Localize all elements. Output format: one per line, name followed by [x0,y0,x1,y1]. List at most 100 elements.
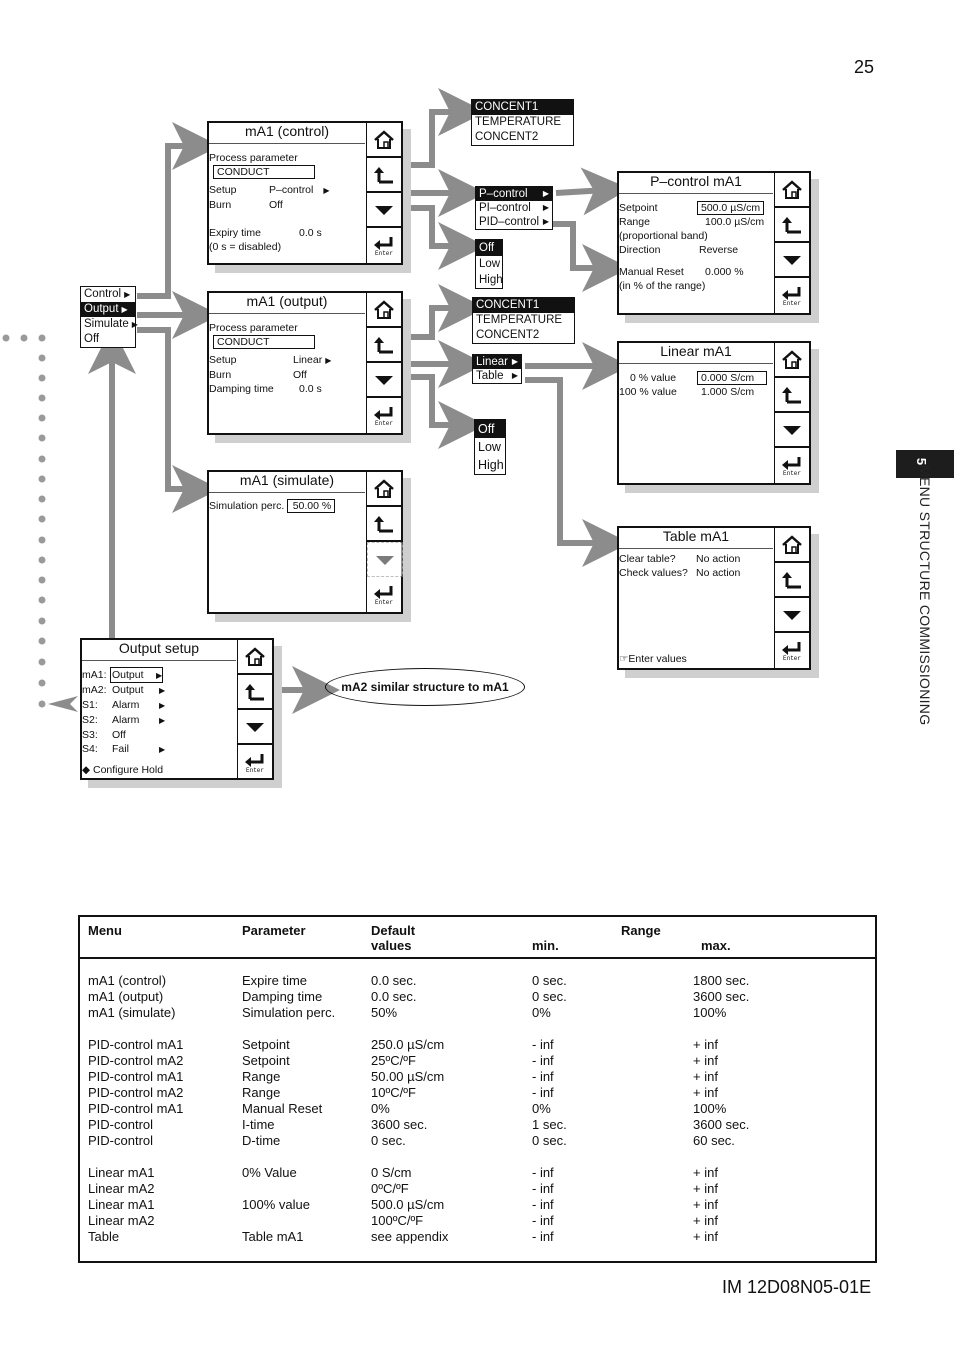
home-button[interactable] [775,343,809,378]
popup-option[interactable]: High [476,272,503,288]
setup-value[interactable]: Linear [293,354,322,366]
burn-value[interactable]: Off [269,199,283,211]
setup-value[interactable]: P–control [269,184,313,196]
back-button[interactable] [367,328,401,363]
full-value-value[interactable]: 1.000 S/cm [701,386,754,398]
check-values-value[interactable]: No action [696,567,740,579]
menu-item-output[interactable]: Output ▶ [81,302,135,317]
enter-icon: Enter [245,753,264,773]
down-button[interactable] [775,243,809,278]
popup-option[interactable]: P–control ▶ [476,187,552,201]
row-value[interactable]: Output [110,683,156,697]
row-value[interactable]: Off [110,728,156,742]
table-row: PID-control I-time 3600 sec. 1 sec. 3600 sec… [79,1117,876,1133]
submenu-arrow-icon: ▶ [159,686,166,695]
popup-option[interactable]: Low [476,256,502,272]
enter-icon: Enter [374,236,393,256]
screen-linear: Linear mA1 0 % value 0.000 S/cm 100 % val… [617,341,811,485]
enter-button[interactable]: Enter [238,745,272,778]
enter-button[interactable]: Enter [367,398,401,431]
back-button[interactable] [238,675,272,710]
process-parameter-field[interactable]: CONDUCT [213,335,315,349]
output-setup-row[interactable]: S1: Alarm ▶ [82,698,236,713]
enter-button[interactable]: Enter [775,278,809,311]
popup-option[interactable]: CONCENT1 [472,100,573,115]
popup-option[interactable]: Off [475,420,505,438]
enter-values-link[interactable]: ☞Enter values [619,652,687,666]
home-button[interactable] [238,640,272,675]
popup-option[interactable]: TEMPERATURE [472,115,573,130]
table-header-row: Menu Parameter Default values Range min. m… [79,916,876,953]
table-cell: 0 sec. [532,973,567,988]
damping-value[interactable]: 0.0 s [299,383,322,395]
output-setup-row[interactable]: mA2: Output ▶ [82,683,236,698]
back-button[interactable] [367,158,401,193]
home-button[interactable] [367,293,401,328]
submenu-arrow-icon: ▶ [124,290,131,299]
row-value[interactable]: Alarm [110,713,156,727]
popup-option[interactable]: TEMPERATURE [473,313,574,328]
output-setup-row[interactable]: S3: Off [82,728,236,742]
direction-label: Direction [619,244,661,256]
menu-item-simulate[interactable]: Simulate ▶ [81,317,138,332]
down-button[interactable] [367,363,401,398]
simulation-label: Simulation perc. [209,500,285,512]
popup-option[interactable]: PI–control ▶ [476,201,552,215]
process-parameter-field[interactable]: CONDUCT [213,165,315,179]
clear-table-label: Clear table? [619,553,676,565]
home-button[interactable] [367,123,401,158]
output-setup-row[interactable]: S4: Fail ▶ [82,742,236,757]
down-button[interactable] [775,598,809,633]
popup-option[interactable]: PID–control ▶ [476,215,552,229]
enter-button[interactable]: Enter [367,577,401,610]
table-cell: 100% value [242,1197,310,1212]
popup-process-parameter: CONCENT1 TEMPERATURE CONCENT2 [471,99,574,146]
popup-option[interactable]: High [475,456,505,474]
back-button[interactable] [367,507,401,542]
home-button[interactable] [775,173,809,208]
expiry-value[interactable]: 0.0 s [299,227,322,239]
menu-item-control[interactable]: Control ▶ [81,287,135,302]
enter-button[interactable]: Enter [775,633,809,666]
home-button[interactable] [367,472,401,507]
popup-option[interactable]: Linear ▶ [473,355,521,369]
back-arrow-icon [782,386,801,403]
popup-option[interactable]: Table ▶ [473,369,521,383]
output-setup-row[interactable]: S2: Alarm ▶ [82,713,236,728]
down-button[interactable] [367,542,403,577]
table-cell: D-time [242,1133,281,1148]
popup-option[interactable]: Low [475,438,505,456]
manual-reset-value[interactable]: 0.000 % [705,266,744,278]
down-button[interactable] [775,413,809,448]
zero-value-field[interactable]: 0.000 S/cm [697,371,767,385]
burn-value[interactable]: Off [293,369,307,381]
popup-option[interactable]: CONCENT2 [473,328,574,343]
back-button[interactable] [775,563,809,598]
popup-option[interactable]: Off [476,240,502,256]
row-value[interactable]: Fail [110,742,156,756]
simulation-field[interactable]: 50.00 % [287,499,336,513]
row-value[interactable]: Alarm [110,698,156,712]
back-button[interactable] [775,208,809,243]
table-cell: + inf [693,1037,718,1052]
menu-item-off[interactable]: Off [81,332,135,347]
back-button[interactable] [775,378,809,413]
popup-option[interactable]: CONCENT2 [472,130,573,145]
setup-label: Setup [209,184,237,196]
range-value[interactable]: 100.0 µS/cm [705,216,764,228]
setpoint-field[interactable]: 500.0 µS/cm [697,201,765,215]
header-menu: Menu [88,923,122,938]
enter-button[interactable]: Enter [775,448,809,481]
down-button[interactable] [238,710,272,745]
table-cell: 0 sec. [532,1133,567,1148]
clear-table-value[interactable]: No action [696,553,740,565]
table-cell: 60 sec. [693,1133,735,1148]
popup-option[interactable]: CONCENT1 [473,298,574,313]
direction-value[interactable]: Reverse [699,244,738,256]
burn-label: Burn [209,369,232,381]
configure-hold-item[interactable]: ◆ Configure Hold [82,763,236,777]
home-button[interactable] [775,528,809,563]
down-button[interactable] [367,193,401,228]
enter-button[interactable]: Enter [367,228,401,261]
output-setup-row[interactable]: mA1: Output ▶ [82,667,236,683]
